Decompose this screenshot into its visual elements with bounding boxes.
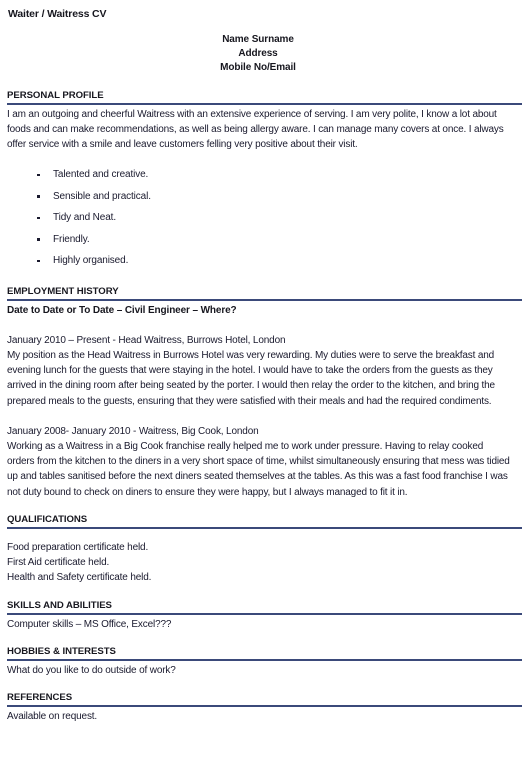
list-item: Friendly. (7, 229, 518, 251)
qualifications-heading: QUALIFICATIONS (7, 513, 88, 525)
list-item: Highly organised. (7, 250, 518, 272)
document-title: Waiter / Waitress CV (8, 8, 107, 20)
job-title-line: January 2010 – Present - Head Waitress, … (7, 334, 286, 346)
personal-profile-paragraph: I am an outgoing and cheerful Waitress w… (7, 108, 504, 151)
cv-page: Waiter / Waitress CV Name Surname Addres… (0, 0, 528, 775)
references-heading: REFERENCES (7, 692, 73, 704)
hobbies-heading: HOBBIES & INTERESTS (7, 645, 116, 657)
section-hobbies-interests: HOBBIES & INTERESTS What do you like to … (4, 645, 522, 678)
list-item: Sensible and practical. (7, 186, 518, 208)
employment-template-line: Date to Date or To Date – Civil Engineer… (7, 304, 237, 316)
section-employment-history: EMPLOYMENT HISTORY Date to Date or To Da… (4, 285, 522, 500)
personal-profile-heading: PERSONAL PROFILE (7, 89, 104, 101)
qualification-item: Health and Safety certificate held. (7, 572, 152, 584)
qualification-item: First Aid certificate held. (7, 557, 110, 569)
job-description: My position as the Head Waitress in Burr… (7, 349, 495, 407)
section-personal-profile: PERSONAL PROFILE I am an outgoing and ch… (4, 89, 522, 272)
job-title-line: January 2008- January 2010 - Waitress, B… (7, 425, 259, 437)
job-entry-1: January 2010 – Present - Head Waitress, … (7, 333, 518, 409)
references-rule (7, 705, 522, 708)
section-qualifications: QUALIFICATIONS Food preparation certific… (4, 513, 522, 586)
job-description: Working as a Waitress in a Big Cook fran… (7, 440, 510, 498)
personal-profile-bullet-list: Talented and creative. Sensible and prac… (7, 164, 518, 272)
hobbies-text: What do you like to do outside of work? (7, 664, 176, 676)
employment-history-rule (7, 298, 522, 301)
hobbies-rule (7, 658, 522, 661)
employment-history-heading: EMPLOYMENT HISTORY (7, 285, 119, 297)
qualification-item: Food preparation certificate held. (7, 541, 149, 553)
contact-header: Name Surname Address Mobile No/Email (0, 33, 518, 76)
skills-heading: SKILLS AND ABILITIES (7, 599, 112, 611)
references-text: Available on request. (7, 711, 98, 723)
personal-profile-rule (7, 102, 522, 105)
contact-mobile-email: Mobile No/Email (220, 62, 296, 74)
list-item: Talented and creative. (7, 164, 518, 186)
job-entry-2: January 2008- January 2010 - Waitress, B… (7, 424, 518, 500)
qualifications-rule (7, 526, 522, 529)
contact-address: Address (238, 48, 278, 60)
section-references: REFERENCES Available on request. (4, 692, 522, 724)
list-item: Tidy and Neat. (7, 207, 518, 229)
skills-rule (7, 612, 522, 615)
skills-text: Computer skills – MS Office, Excel??? (7, 618, 172, 630)
section-skills-abilities: SKILLS AND ABILITIES Computer skills – M… (4, 599, 522, 632)
contact-name: Name Surname (222, 34, 294, 45)
